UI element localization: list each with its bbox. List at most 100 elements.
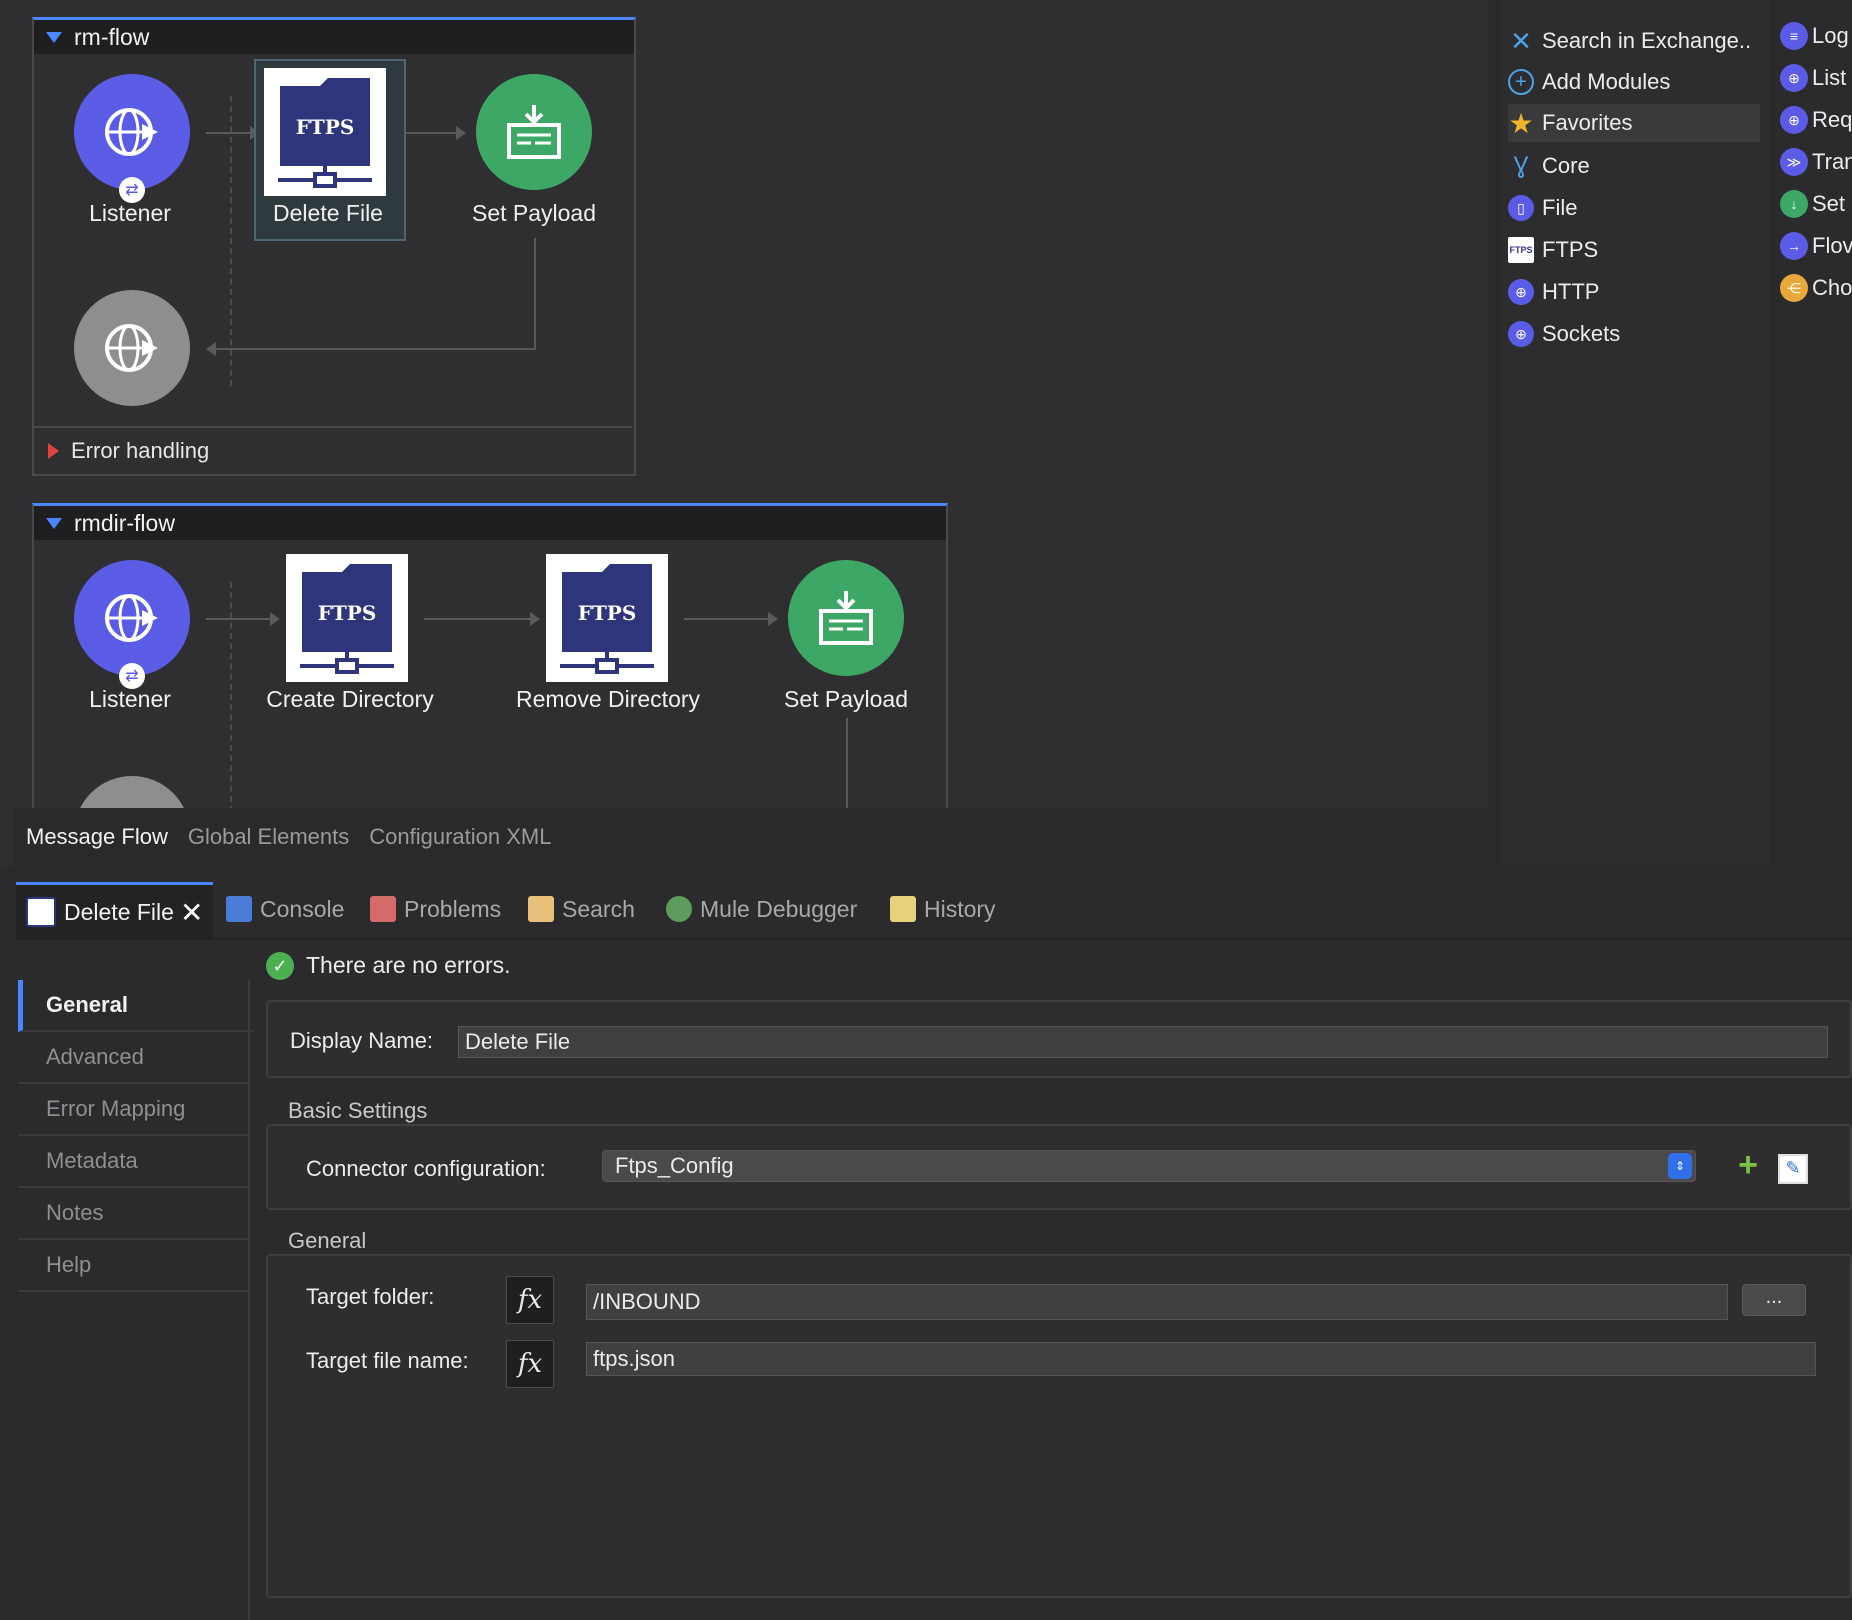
flow-name: rmdir-flow (74, 509, 175, 536)
node-label: Delete File (273, 200, 383, 226)
logger-icon: ≡ (1780, 22, 1808, 50)
palette-search-exchange[interactable]: ✕ Search in Exchange.. (1508, 22, 1751, 60)
star-icon: ★ (1508, 107, 1534, 139)
exchange-icon: ✕ (1510, 25, 1532, 56)
palette-op-choice[interactable]: ⋲ Cho (1780, 270, 1852, 306)
tab-search[interactable]: Search (528, 882, 635, 936)
select-stepper-icon[interactable]: ⇕ (1668, 1153, 1692, 1179)
node-label: Listener (89, 686, 171, 712)
palette-op-request[interactable]: ⊕ Req (1780, 102, 1852, 138)
palette-file[interactable]: ▯ File (1508, 189, 1577, 227)
set-payload-icon: ↓ (1780, 190, 1808, 218)
node-label: Set Payload (783, 686, 909, 712)
tab-message-flow[interactable]: Message Flow (26, 824, 168, 850)
nav-help[interactable]: Help (18, 1240, 248, 1292)
problems-icon (370, 896, 396, 922)
expand-triangle-icon[interactable] (48, 443, 59, 459)
tab-global-elements[interactable]: Global Elements (188, 824, 349, 850)
nav-notes[interactable]: Notes (18, 1188, 248, 1240)
close-icon[interactable]: ✕ (180, 896, 203, 929)
palette-sockets[interactable]: ⊕ Sockets (1508, 315, 1620, 353)
nav-metadata[interactable]: Metadata (18, 1136, 248, 1188)
palette-core[interactable]: Ɣ Core (1508, 147, 1590, 185)
debug-bug-icon (666, 896, 692, 922)
add-config-icon[interactable]: + (1732, 1148, 1764, 1182)
console-icon (226, 896, 252, 922)
node-label: Create Directory (266, 686, 434, 712)
target-folder-field[interactable]: /INBOUND (586, 1284, 1728, 1320)
choice-icon: ⋲ (1780, 274, 1808, 302)
ftps-icon: FTPS (1508, 237, 1534, 263)
flow-name: rm-flow (74, 23, 150, 50)
node-label: Listener (89, 200, 171, 226)
delete-file-node[interactable]: FTPS (264, 68, 386, 196)
palette-http[interactable]: ⊕ HTTP (1508, 273, 1599, 311)
flow-canvas[interactable]: rm-flow ⇄ Listener FTPS Delete File Set … (0, 0, 1488, 866)
editor-view-tabs: Message Flow Global Elements Configurati… (14, 808, 1488, 866)
listener-response-node[interactable] (74, 290, 190, 406)
transform-icon: ≫ (1780, 148, 1808, 176)
collapse-triangle-icon[interactable] (46, 517, 62, 529)
tab-delete-file[interactable]: Delete File ✕ (16, 882, 214, 939)
fx-button[interactable]: fx (506, 1276, 554, 1324)
palette-op-logger[interactable]: ≡ Log (1780, 18, 1849, 54)
nav-general[interactable]: General (18, 980, 253, 1032)
fx-button[interactable]: fx (506, 1340, 554, 1388)
set-payload-node[interactable] (476, 74, 592, 190)
palette-op-flow-reference[interactable]: → Flov (1780, 228, 1852, 264)
create-directory-node[interactable]: FTPS (286, 554, 408, 682)
tab-configuration-xml[interactable]: Configuration XML (369, 824, 551, 850)
svg-text:FTPS: FTPS (578, 601, 637, 625)
mule-palette: ✕ Search in Exchange.. + Add Modules ★ F… (1500, 0, 1852, 866)
ftps-icon: FTPS (560, 564, 654, 674)
collapse-triangle-icon[interactable] (46, 31, 62, 43)
properties-side-nav: General Advanced Error Mapping Metadata … (18, 980, 253, 1620)
set-payload-icon (819, 591, 873, 645)
edit-config-icon[interactable]: ✎ (1778, 1154, 1808, 1184)
flow-header[interactable]: rm-flow (34, 20, 634, 54)
palette-favorites[interactable]: ★ Favorites (1508, 104, 1760, 142)
tab-console[interactable]: Console (226, 882, 344, 936)
flow-header[interactable]: rmdir-flow (34, 506, 946, 540)
core-icon: Ɣ (1513, 152, 1529, 179)
palette-op-listener[interactable]: ⊕ List (1780, 60, 1846, 96)
connector-config-select[interactable]: Ftps_Config (602, 1150, 1696, 1182)
remove-directory-node[interactable]: FTPS (546, 554, 668, 682)
nav-advanced[interactable]: Advanced (18, 1032, 248, 1084)
set-payload-icon (507, 105, 561, 159)
error-handling-row[interactable]: Error handling (34, 426, 632, 474)
ftps-icon: FTPS (278, 78, 372, 188)
svg-text:FTPS: FTPS (296, 115, 355, 139)
check-circle-icon: ✓ (266, 952, 294, 980)
nav-error-mapping[interactable]: Error Mapping (18, 1084, 248, 1136)
browse-button[interactable]: ... (1742, 1284, 1806, 1316)
ftps-icon: FTPS (300, 564, 394, 674)
panel-tabs: Delete File ✕ Console Problems Search Mu… (0, 876, 1852, 939)
request-icon: ⊕ (1780, 106, 1808, 134)
file-icon: ▯ (1508, 195, 1534, 221)
palette-op-transform[interactable]: ≫ Tran (1780, 144, 1852, 180)
palette-add-modules[interactable]: + Add Modules (1508, 63, 1670, 101)
sockets-icon: ⊕ (1508, 321, 1534, 347)
tab-problems[interactable]: Problems (370, 882, 501, 936)
svg-text:FTPS: FTPS (318, 601, 377, 625)
tab-history[interactable]: History (890, 882, 996, 936)
target-folder-label: Target folder: (306, 1284, 435, 1309)
palette-op-set-payload[interactable]: ↓ Set (1780, 186, 1845, 222)
palette-categories: ✕ Search in Exchange.. + Add Modules ★ F… (1500, 0, 1770, 866)
tab-mule-debugger[interactable]: Mule Debugger (666, 882, 857, 936)
listener-node[interactable] (74, 74, 190, 190)
target-file-name-field[interactable]: ftps.json (586, 1342, 1816, 1376)
globe-icon (105, 594, 158, 642)
display-name-field[interactable]: Delete File (458, 1026, 1828, 1058)
general-section-title: General (288, 1228, 367, 1253)
listener-icon: ⊕ (1780, 64, 1808, 92)
palette-ftps[interactable]: FTPS FTPS (1508, 231, 1598, 269)
display-name-label: Display Name: (290, 1028, 434, 1053)
set-payload-node[interactable] (788, 560, 904, 676)
connector-config-label: Connector configuration: (306, 1156, 546, 1181)
listener-node[interactable] (74, 560, 190, 676)
flow-ref-icon: → (1780, 232, 1808, 260)
target-file-name-label: Target file name: (306, 1348, 469, 1373)
search-torch-icon (528, 896, 554, 922)
